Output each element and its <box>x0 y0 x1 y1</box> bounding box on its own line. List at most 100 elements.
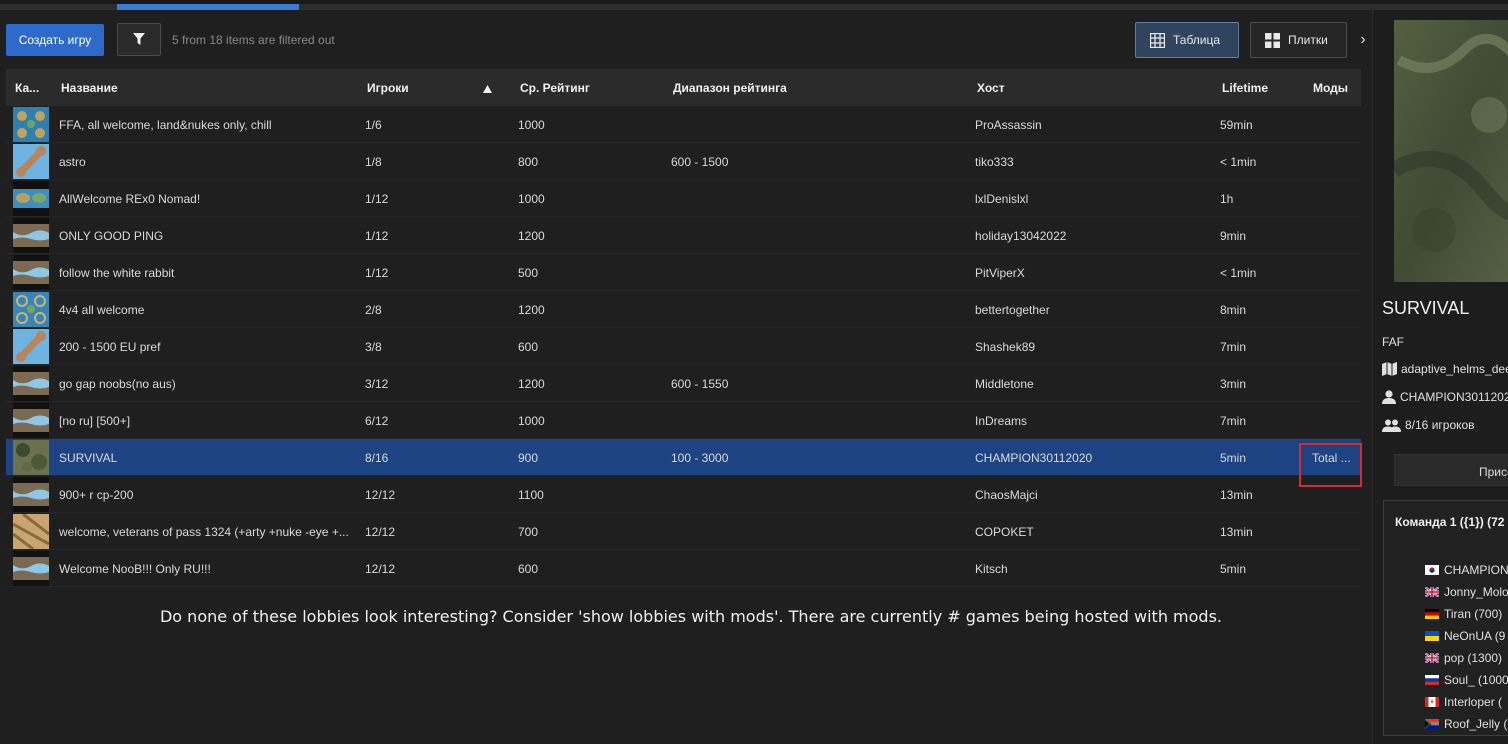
map-thumbnail <box>13 181 49 216</box>
table-row[interactable]: welcome, veterans of pass 1324 (+arty +n… <box>6 513 1361 550</box>
table-row[interactable]: astro 1/8 800 600 - 1500 tiko333 < 1min <box>6 143 1361 180</box>
sort-up-icon <box>483 82 492 96</box>
cell-players: 12/12 <box>365 488 396 502</box>
team-player[interactable]: Interloper ( <box>1425 695 1502 709</box>
players-count: 8/16 игроков <box>1405 418 1475 432</box>
cell-players: 1/8 <box>365 155 382 169</box>
table-row[interactable]: ONLY GOOD PING 1/12 1200 holiday13042022 9mi… <box>6 217 1361 254</box>
cell-players: 12/12 <box>365 562 396 576</box>
table-row[interactable]: 200 - 1500 EU pref 3/8 600 Shashek89 7min <box>6 328 1361 365</box>
map-thumbnail <box>13 329 49 364</box>
team-player[interactable]: CHAMPION <box>1425 563 1508 577</box>
cell-lifetime: < 1min <box>1220 155 1257 169</box>
cell-game-name: AllWelcome REx0 Nomad! <box>59 192 201 206</box>
column-header-avg-rating[interactable]: Ср. Рейтинг <box>520 81 590 95</box>
column-header-map[interactable]: Ка... <box>15 81 39 95</box>
cell-game-name: welcome, veterans of pass 1324 (+arty +n… <box>59 525 349 539</box>
cell-host: InDreams <box>975 414 1028 428</box>
table-row[interactable]: 900+ r cp-200 12/12 1100 ChaosMajci 13min <box>6 476 1361 513</box>
column-header-mods[interactable]: Моды <box>1313 81 1348 95</box>
cell-game-name: FFA, all welcome, land&nukes only, chill <box>59 118 272 132</box>
games-table: Ка... Название Игроки Ср. Рейтинг Диапаз… <box>6 69 1361 587</box>
team-panel: Команда 1 ({1}) (72 CHAMPION Jonny_Molo Ti… <box>1383 500 1508 736</box>
cell-game-name: SURVIVAL <box>59 451 118 465</box>
filter-button[interactable] <box>117 23 161 56</box>
team-player[interactable]: Roof_Jelly ( <box>1425 717 1507 731</box>
team-player[interactable]: pop (1300) <box>1425 651 1502 665</box>
cell-avg-rating: 1000 <box>518 118 545 132</box>
team-player[interactable]: NeOnUA (9 <box>1425 629 1505 643</box>
table-row[interactable]: 4v4 all welcome 2/8 1200 bettertogether 8min <box>6 291 1361 328</box>
flag-kr-icon <box>1425 565 1439 575</box>
table-row[interactable]: follow the white rabbit 1/12 500 PitViperX <… <box>6 254 1361 291</box>
chevron-right-icon[interactable]: › <box>1354 22 1372 58</box>
tiles-icon <box>1265 32 1280 48</box>
cell-lifetime: 1h <box>1220 192 1234 206</box>
column-header-lifetime[interactable]: Lifetime <box>1222 81 1268 95</box>
cell-avg-rating: 1200 <box>518 303 545 317</box>
map-thumbnail <box>13 255 49 290</box>
group-icon <box>1382 419 1401 432</box>
cell-lifetime: 13min <box>1220 525 1253 539</box>
games-panel: Создать игру 5 from 18 items are filtere… <box>0 10 1372 744</box>
map-preview <box>1394 20 1508 282</box>
table-row[interactable]: SURVIVAL 8/16 900 100 - 3000 CHAMPION3011202… <box>6 439 1361 476</box>
join-game-button[interactable]: Присо <box>1394 454 1508 486</box>
cell-rating-range: 600 - 1500 <box>671 155 729 169</box>
table-row[interactable]: AllWelcome REx0 Nomad! 1/12 1000 lxlDenislx… <box>6 180 1361 217</box>
cell-avg-rating: 500 <box>518 266 539 280</box>
cell-avg-rating: 600 <box>518 562 539 576</box>
cell-game-name: 900+ r cp-200 <box>59 488 134 502</box>
cell-players: 3/8 <box>365 340 382 354</box>
cell-game-name: Welcome NooB!!! Only RU!!! <box>59 562 211 576</box>
map-icon <box>1382 362 1397 376</box>
cell-players: 1/12 <box>365 266 389 280</box>
team-player[interactable]: Tiran (700) <box>1425 607 1502 621</box>
map-thumbnail <box>13 440 49 475</box>
cell-avg-rating: 1200 <box>518 229 545 243</box>
cell-host: ProAssassin <box>975 118 1042 132</box>
column-header-players[interactable]: Игроки <box>367 81 409 95</box>
cell-lifetime: 5min <box>1220 451 1247 465</box>
cell-players: 1/12 <box>365 229 389 243</box>
table-row[interactable]: Welcome NooB!!! Only RU!!! 12/12 600 Kitsch… <box>6 550 1361 587</box>
table-row[interactable]: FFA, all welcome, land&nukes only, chill… <box>6 106 1361 143</box>
cell-players: 1/12 <box>365 192 389 206</box>
create-game-button[interactable]: Создать игру <box>6 24 104 56</box>
map-thumbnail <box>13 107 49 142</box>
cell-lifetime: 8min <box>1220 303 1247 317</box>
column-header-host[interactable]: Хост <box>977 81 1005 95</box>
player-name: CHAMPION <box>1444 563 1508 577</box>
team-player[interactable]: Jonny_Molo <box>1425 585 1508 599</box>
map-thumbnail <box>13 477 49 512</box>
view-table-button[interactable]: Таблица <box>1135 22 1239 58</box>
cell-avg-rating: 700 <box>518 525 539 539</box>
cell-lifetime: 7min <box>1220 414 1247 428</box>
player-name: Tiran (700) <box>1444 607 1503 621</box>
cell-game-name: astro <box>59 155 86 169</box>
featured-mod-label: FAF <box>1382 335 1405 349</box>
cell-avg-rating: 600 <box>518 340 539 354</box>
featured-mod: FAF <box>1382 335 1404 349</box>
map-thumbnail <box>13 366 49 401</box>
player-name: Soul_ (1000 <box>1444 673 1508 687</box>
table-body: FFA, all welcome, land&nukes only, chill… <box>6 106 1361 587</box>
column-header-rating-range[interactable]: Диапазон рейтинга <box>673 81 787 95</box>
cell-host: bettertogether <box>975 303 1050 317</box>
column-header-name[interactable]: Название <box>61 81 118 95</box>
cell-avg-rating: 800 <box>518 155 539 169</box>
table-row[interactable]: [no ru] [500+] 6/12 1000 InDreams 7min <box>6 402 1361 439</box>
team-title: Команда 1 ({1}) (72 <box>1395 515 1505 529</box>
view-tiles-button[interactable]: Плитки <box>1250 22 1347 58</box>
map-thumbnail <box>13 292 49 327</box>
cell-lifetime: 5min <box>1220 562 1247 576</box>
cell-avg-rating: 900 <box>518 451 539 465</box>
filter-status-text: 5 from 18 items are filtered out <box>172 33 335 47</box>
team-player[interactable]: Soul_ (1000 <box>1425 673 1508 687</box>
cell-host: holiday13042022 <box>975 229 1067 243</box>
map-name: adaptive_helms_dee <box>1401 362 1508 376</box>
table-icon <box>1150 32 1165 48</box>
cell-rating-range: 600 - 1550 <box>671 377 729 391</box>
table-row[interactable]: go gap noobs(no aus) 3/12 1200 600 - 1550 Mi… <box>6 365 1361 402</box>
cell-players: 2/8 <box>365 303 382 317</box>
